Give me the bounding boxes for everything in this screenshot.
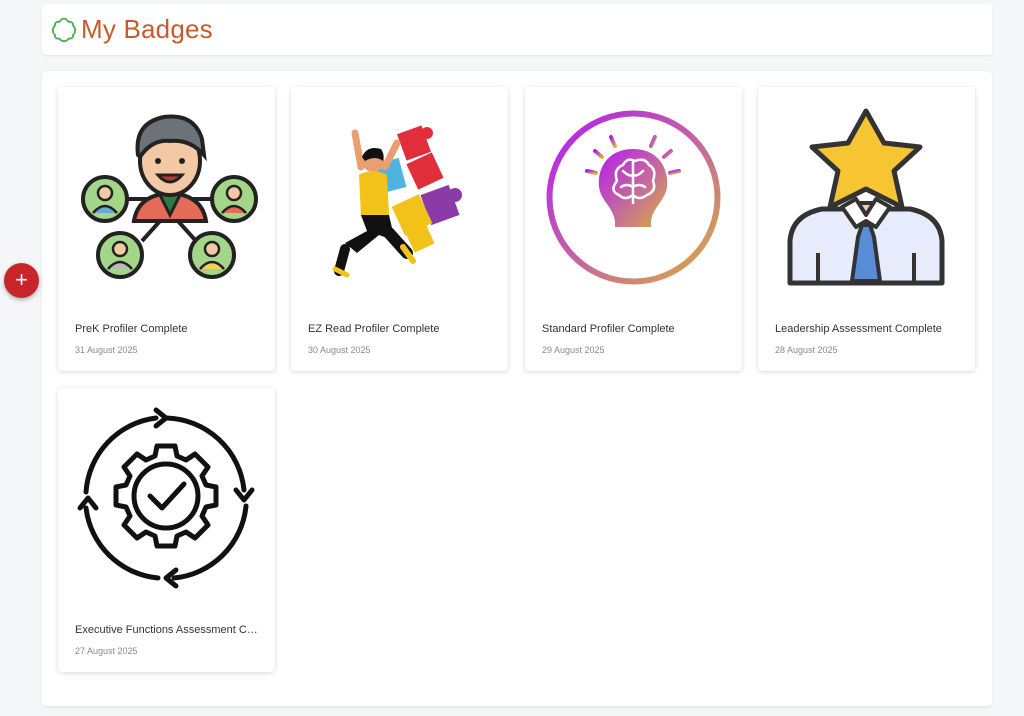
page-title: My Badges xyxy=(81,14,213,44)
badges-panel: PreK Profiler Complete 31 August 2025 EZ… xyxy=(42,71,992,706)
badge-card[interactable]: Executive Functions Assessment Co... 27 … xyxy=(58,388,275,672)
badge-name: Standard Profiler Complete xyxy=(542,323,675,335)
badge-card[interactable]: Standard Profiler Complete 29 August 202… xyxy=(525,87,742,371)
gear-check-icon xyxy=(72,404,261,593)
badge-card[interactable]: Leadership Assessment Complete 28 August… xyxy=(758,87,975,371)
flower-outline-icon xyxy=(50,16,78,44)
add-button[interactable]: + xyxy=(4,263,39,298)
badge-name: Leadership Assessment Complete xyxy=(775,323,942,335)
badge-card[interactable]: EZ Read Profiler Complete 30 August 2025 xyxy=(291,87,508,371)
badge-name: PreK Profiler Complete xyxy=(75,323,188,335)
lightbulb-brain-icon xyxy=(539,103,728,292)
badge-name: Executive Functions Assessment Co... xyxy=(75,624,261,636)
star-head-person-icon xyxy=(772,103,961,292)
badge-date: 28 August 2025 xyxy=(775,345,838,355)
team-network-icon xyxy=(72,103,261,292)
badge-date: 27 August 2025 xyxy=(75,646,138,656)
badge-card[interactable]: PreK Profiler Complete 31 August 2025 xyxy=(58,87,275,371)
badge-name: EZ Read Profiler Complete xyxy=(308,323,440,335)
badge-date: 30 August 2025 xyxy=(308,345,371,355)
badge-date: 29 August 2025 xyxy=(542,345,605,355)
jumping-puzzle-icon xyxy=(305,103,494,292)
page-header: My Badges xyxy=(42,4,992,55)
badge-date: 31 August 2025 xyxy=(75,345,138,355)
